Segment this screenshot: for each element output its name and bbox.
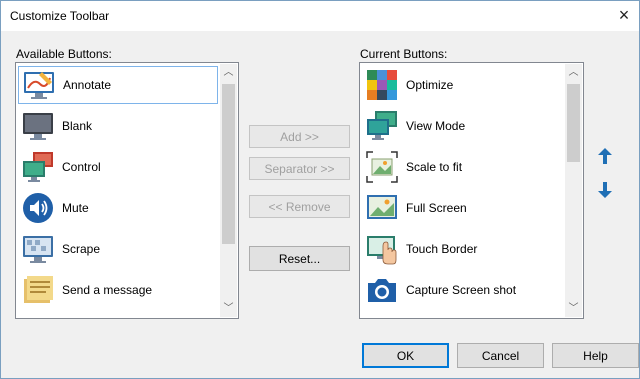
view-mode-icon	[367, 111, 397, 140]
speaker-icon	[23, 193, 53, 223]
current-buttons-label: Current Buttons:	[360, 47, 448, 61]
current-item-view-mode[interactable]: View Mode	[362, 107, 562, 145]
optimize-icon	[367, 70, 397, 100]
title-bar: Customize Toolbar ×	[1, 1, 639, 31]
chevron-down-icon[interactable]: ﹀	[220, 300, 237, 317]
current-item-touch-border[interactable]: Touch Border	[362, 230, 562, 268]
touch-border-icon	[367, 236, 397, 265]
window-title: Customize Toolbar	[10, 9, 110, 23]
current-item-label: View Mode	[406, 119, 466, 133]
arrow-down-icon	[598, 182, 612, 198]
separator-button[interactable]: Separator >>	[249, 157, 350, 180]
available-item-label: Annotate	[63, 78, 112, 92]
chevron-down-icon[interactable]: ﹀	[565, 300, 582, 317]
help-button[interactable]: Help	[552, 343, 639, 368]
current-item-full-screen[interactable]: Full Screen	[362, 189, 562, 227]
scroll-thumb[interactable]	[222, 84, 235, 244]
current-item-label: Touch Border	[406, 242, 478, 256]
customize-toolbar-dialog: Customize Toolbar × Available Buttons: A…	[0, 0, 640, 379]
scroll-thumb[interactable]	[567, 84, 580, 162]
current-item-label: Optimize	[406, 78, 454, 92]
available-item-label: Mute	[62, 201, 89, 215]
control-monitors-icon	[23, 152, 53, 182]
message-icon	[24, 276, 53, 303]
scrape-icon	[23, 236, 53, 263]
available-item-blank[interactable]: Blank	[18, 107, 218, 145]
cancel-button[interactable]: Cancel	[457, 343, 544, 368]
scale-to-fit-icon	[366, 151, 398, 183]
current-item-capture-screenshot[interactable]: Capture Screen shot	[362, 271, 562, 309]
available-item-label: Scrape	[62, 242, 101, 256]
chevron-up-icon[interactable]: ︿	[565, 64, 582, 81]
full-screen-icon	[367, 195, 397, 219]
current-item-label: Full Screen	[406, 201, 467, 215]
available-buttons-label: Available Buttons:	[16, 47, 112, 61]
available-item-label: Control	[62, 160, 101, 174]
close-icon[interactable]: ×	[613, 3, 635, 27]
current-item-scale-to-fit[interactable]: Scale to fit	[362, 148, 562, 186]
current-scrollbar[interactable]: ︿ ﹀	[565, 64, 582, 317]
available-item-send-message[interactable]: Send a message	[18, 271, 218, 309]
move-up-button[interactable]	[594, 144, 616, 168]
current-item-label: Scale to fit	[406, 160, 463, 174]
available-item-mute[interactable]: Mute	[18, 189, 218, 227]
available-item-label: Blank	[62, 119, 93, 133]
arrow-up-icon	[598, 148, 612, 164]
remove-button[interactable]: << Remove	[249, 195, 350, 218]
available-item-scrape[interactable]: Scrape	[18, 230, 218, 268]
chevron-up-icon[interactable]: ︿	[220, 64, 237, 81]
ok-button[interactable]: OK	[362, 343, 449, 368]
current-buttons-list[interactable]: Optimize View Mode Scale to fit Full Scr…	[359, 62, 584, 319]
move-down-button[interactable]	[594, 178, 616, 202]
available-scrollbar[interactable]: ︿ ﹀	[220, 64, 237, 317]
camera-icon	[368, 279, 396, 302]
add-button[interactable]: Add >>	[249, 125, 350, 148]
blank-monitor-icon	[23, 113, 53, 140]
current-item-label: Capture Screen shot	[406, 283, 517, 297]
available-item-control[interactable]: Control	[18, 148, 218, 186]
annotate-icon	[24, 72, 54, 99]
available-buttons-list[interactable]: Annotate Blank Control Mute Scrape Send …	[15, 62, 239, 319]
current-item-optimize[interactable]: Optimize	[362, 66, 562, 104]
reset-button[interactable]: Reset...	[249, 246, 350, 271]
available-item-label: Send a message	[62, 283, 153, 297]
available-item-annotate[interactable]: Annotate	[18, 66, 218, 104]
